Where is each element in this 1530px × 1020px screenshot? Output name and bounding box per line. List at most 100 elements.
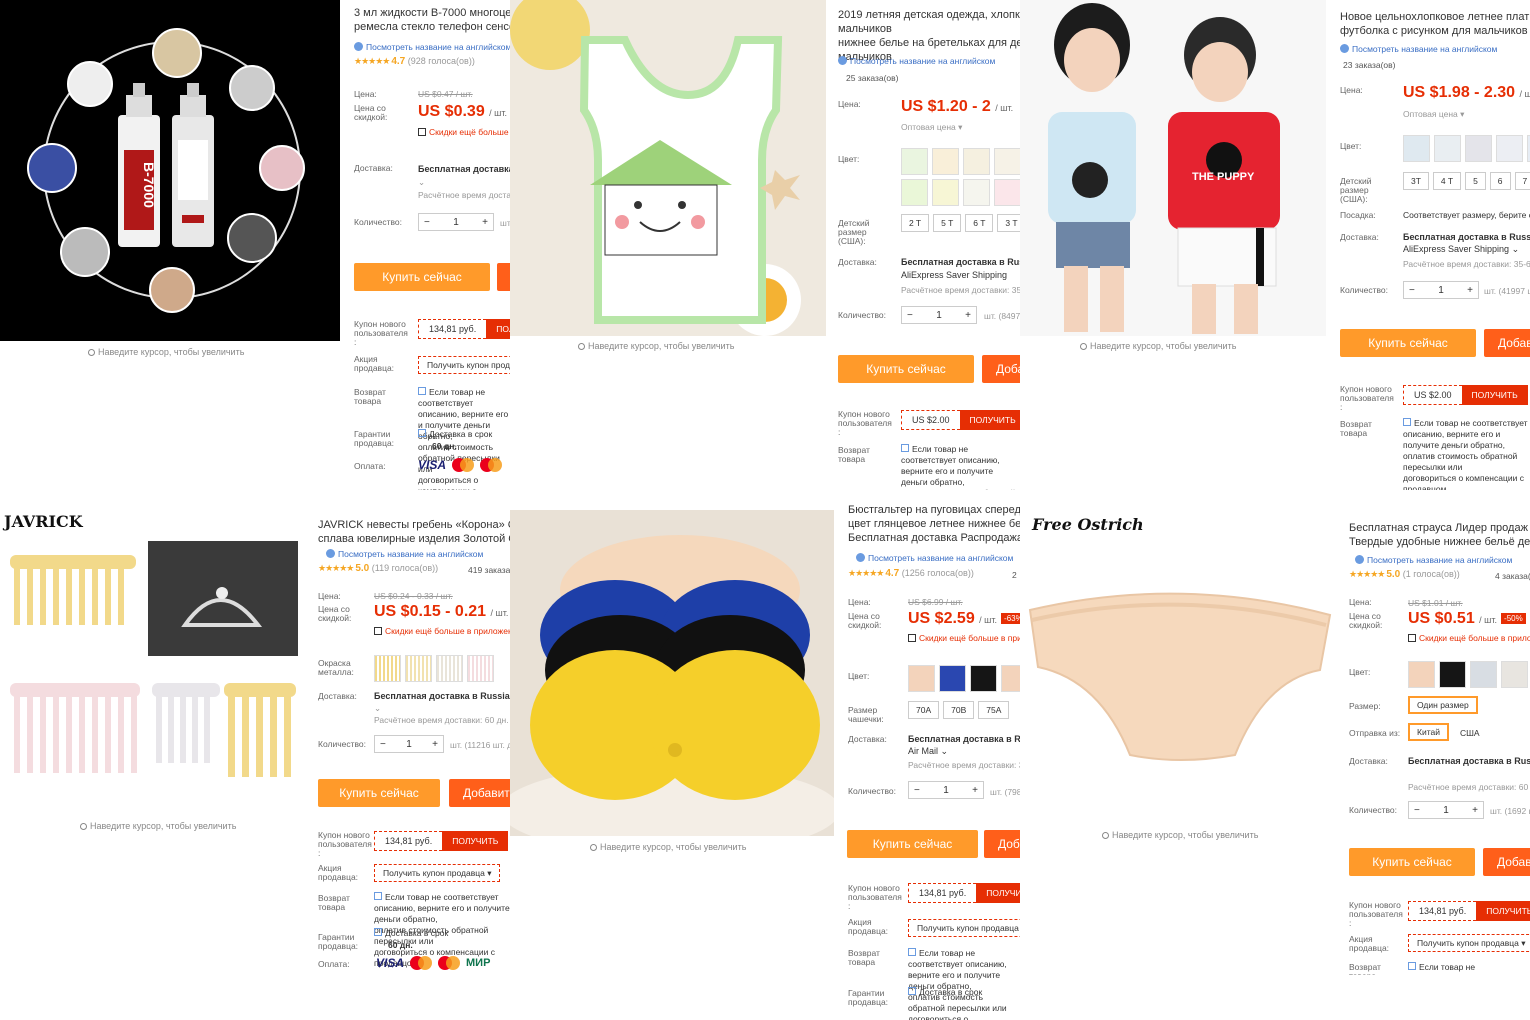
quantity-stepper[interactable]: − 1 + — [1403, 281, 1479, 299]
product-image-bra[interactable] — [510, 510, 834, 836]
color-swatch[interactable] — [1496, 135, 1523, 162]
new-user-coupon[interactable]: US $2.00 ПОЛУЧИТЬ — [1403, 385, 1528, 405]
size-option[interactable]: 75A — [978, 701, 1010, 719]
add-to-cart-button[interactable]: Добавить — [1483, 848, 1530, 876]
product-title[interactable]: Бесплатная страуса Лидер продаж девочек … — [1349, 521, 1530, 549]
shipping-method[interactable]: Бесплатная доставка в Russian Federation — [374, 691, 510, 701]
color-swatch[interactable] — [994, 179, 1020, 206]
plus-icon[interactable]: + — [972, 785, 978, 796]
size-option[interactable]: 3T — [1403, 172, 1429, 190]
color-swatch[interactable] — [901, 148, 928, 175]
quantity-value[interactable]: 1 — [943, 785, 949, 796]
color-swatch[interactable] — [436, 655, 463, 682]
color-swatch[interactable] — [939, 665, 966, 692]
size-option[interactable]: 6 — [1489, 172, 1511, 190]
chevron-down-icon[interactable]: ⌄ — [374, 703, 381, 714]
rating[interactable]: ★★★★★ 5.0 (1 голоса(ов)) — [1349, 569, 1460, 580]
buy-now-button[interactable]: Купить сейчас — [318, 779, 440, 807]
view-english-link[interactable]: Посмотреть название на английском — [1340, 44, 1497, 54]
size-option[interactable]: 70A — [908, 701, 940, 719]
size-option[interactable]: Один размер — [1408, 696, 1478, 714]
minus-icon[interactable]: − — [907, 310, 913, 321]
rating[interactable]: ★★★★★ 5.0 (119 голоса(ов)) — [318, 563, 438, 574]
air-mail[interactable]: Air Mail ⌄ — [908, 746, 948, 757]
minus-icon[interactable]: − — [1409, 285, 1415, 296]
color-swatch[interactable] — [932, 179, 959, 206]
app-discount-link[interactable]: Скидки ещё больше в приложении — [418, 127, 510, 137]
quantity-value[interactable]: 1 — [453, 217, 459, 228]
quantity-stepper[interactable]: − 1 + — [1408, 801, 1484, 819]
product-image-tanktop[interactable] — [510, 0, 826, 336]
color-swatch[interactable] — [963, 179, 990, 206]
view-english-link[interactable]: Посмотреть название на английском — [354, 42, 510, 52]
minus-icon[interactable]: − — [424, 217, 430, 228]
ship-from-usa[interactable]: США — [1453, 724, 1487, 742]
color-swatch[interactable] — [970, 665, 997, 692]
new-user-coupon[interactable]: 134,81 руб.ПОЛУЧИТЬ — [418, 319, 510, 339]
size-option[interactable]: 70B — [943, 701, 975, 719]
plus-icon[interactable]: + — [965, 310, 971, 321]
size-option[interactable]: 3 T — [997, 214, 1020, 232]
rating[interactable]: ★★★★★ 4.7 (1256 голоса(ов)) — [848, 568, 974, 579]
color-swatch[interactable] — [1439, 661, 1466, 688]
product-title[interactable]: 3 мл жидкости B-7000 многоцелевой клей р… — [354, 6, 510, 34]
color-swatch[interactable] — [405, 655, 432, 682]
color-swatch[interactable] — [1001, 665, 1020, 692]
buy-now-button[interactable]: Купить сейчас — [1349, 848, 1475, 876]
size-option[interactable]: 5 T — [933, 214, 962, 232]
shipping-method[interactable]: Бесплатная доставка в Russian Federation — [1403, 232, 1530, 242]
aliexpress-saver[interactable]: AliExpress Saver Shipping — [901, 270, 1007, 280]
buy-now-button[interactable]: Купить сейчас — [1340, 329, 1476, 357]
plus-icon[interactable]: + — [1472, 805, 1478, 816]
quantity-stepper[interactable]: − 1 + — [901, 306, 977, 324]
seller-coupon-dropdown[interactable]: Получить купон продавца ▾ — [374, 864, 500, 882]
plus-icon[interactable]: + — [432, 739, 438, 750]
size-option[interactable]: 6 T — [965, 214, 994, 232]
wholesale-link[interactable]: Оптовая цена ▾ — [901, 122, 962, 133]
add-to-cart-button[interactable]: Добавить — [1484, 329, 1530, 357]
quantity-value[interactable]: 1 — [1438, 285, 1444, 296]
color-swatch[interactable] — [467, 655, 494, 682]
color-swatch[interactable] — [1434, 135, 1461, 162]
color-swatch[interactable] — [374, 655, 401, 682]
add-to-cart-button[interactable]: Добавить — [982, 355, 1020, 383]
product-image-tshirt[interactable]: THE PUPPY — [1020, 0, 1326, 336]
color-swatch[interactable] — [1465, 135, 1492, 162]
add-to-cart-button[interactable]: Добавить — [497, 263, 510, 291]
color-swatch[interactable] — [901, 179, 928, 206]
quantity-value[interactable]: 1 — [406, 739, 412, 750]
wholesale-link[interactable]: Оптовая цена ▾ — [1403, 109, 1464, 120]
quantity-stepper[interactable]: − 1 + — [908, 781, 984, 799]
shipping-method[interactable]: Бесплатная доставка в Russian Federation — [418, 164, 510, 174]
view-english-link[interactable]: Посмотреть название на английском — [856, 553, 1013, 563]
add-to-cart-button[interactable]: Добавить — [984, 830, 1020, 858]
product-title[interactable]: Новое цельнохлопковое летнее платье футб… — [1340, 10, 1530, 38]
buy-now-button[interactable]: Купить сейчас — [847, 830, 978, 858]
product-image-underwear[interactable]: Free Ostrich — [1020, 505, 1336, 823]
product-image-glue[interactable]: B-7000 — [0, 0, 340, 341]
add-to-cart-button[interactable]: Добавить — [449, 779, 510, 807]
product-title[interactable]: JAVRICK невесты гребень «Корона» Свадебн… — [318, 518, 510, 546]
quantity-stepper[interactable]: − 1 + — [418, 213, 494, 231]
product-title[interactable]: Бюстгальтер на пуговицах спереди, одното… — [848, 505, 1020, 545]
shipping-method[interactable]: Бесплатная доставка в Russian Federation — [1408, 756, 1530, 766]
color-swatch[interactable] — [1408, 661, 1435, 688]
seller-coupon-dropdown[interactable]: Получить купон продавца ▾ — [1408, 934, 1530, 952]
color-swatch[interactable] — [908, 665, 935, 692]
color-swatch[interactable] — [1470, 661, 1497, 688]
minus-icon[interactable]: − — [1414, 805, 1420, 816]
size-option[interactable]: 7 — [1514, 172, 1530, 190]
new-user-coupon[interactable]: 134,81 руб.ПОЛУЧИТЬ — [374, 831, 509, 851]
aliexpress-saver[interactable]: AliExpress Saver Shipping ⌄ — [1403, 244, 1519, 255]
chevron-down-icon[interactable]: ⌄ — [418, 177, 425, 188]
new-user-coupon[interactable]: 134,81 руб.ПОЛУЧИТЬ — [908, 883, 1020, 903]
shipping-method[interactable]: Бесплатная доставка в Russian Federation — [901, 257, 1020, 267]
view-english-link[interactable]: Посмотреть название на английском — [1355, 555, 1512, 565]
size-option[interactable]: 2 T — [901, 214, 930, 232]
buy-now-button[interactable]: Купить сейчас — [838, 355, 974, 383]
minus-icon[interactable]: − — [380, 739, 386, 750]
plus-icon[interactable]: + — [1467, 285, 1473, 296]
ship-from-china[interactable]: Китай — [1408, 723, 1449, 741]
view-english-link[interactable]: Посмотреть название на английском — [326, 549, 483, 559]
app-discount-link[interactable]: Скидки ещё больше в приложении — [908, 633, 1020, 643]
